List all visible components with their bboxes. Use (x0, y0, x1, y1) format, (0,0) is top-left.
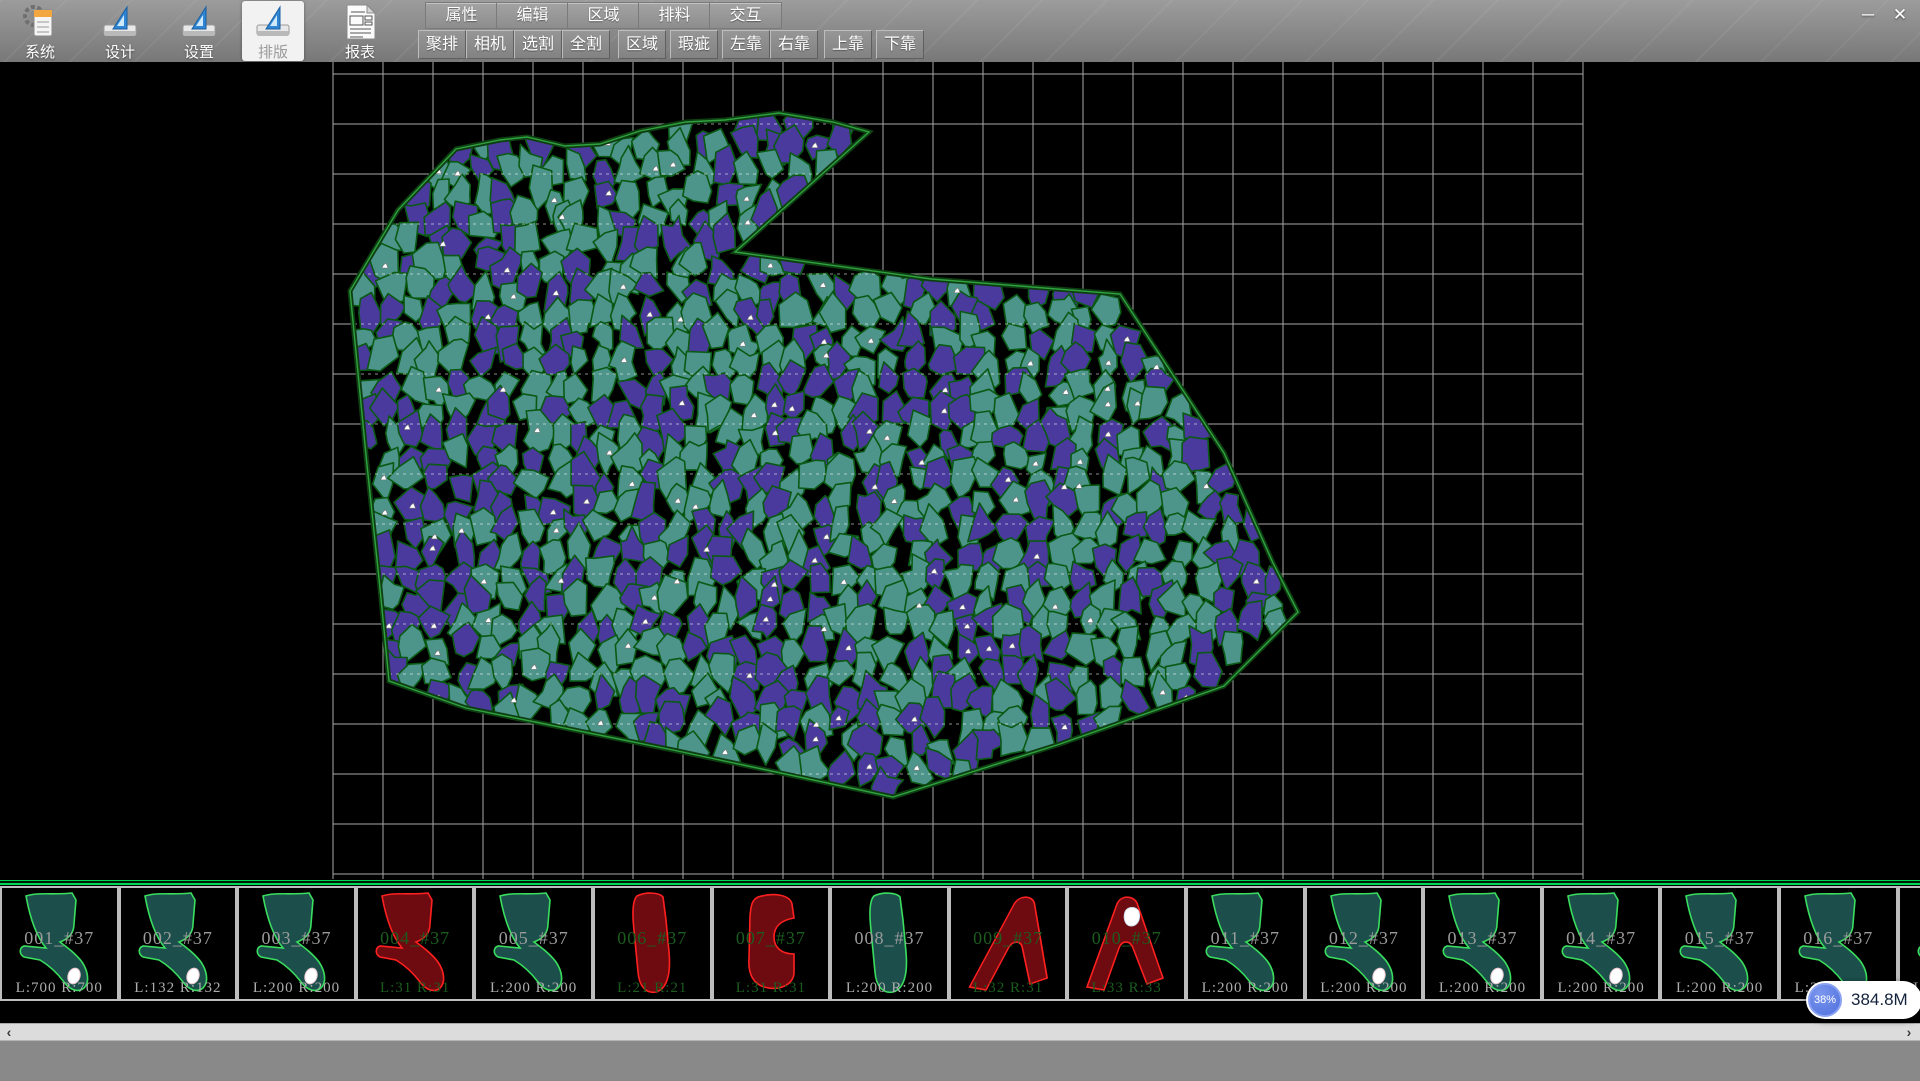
piece-name: 010_#37 (1069, 928, 1184, 949)
status-bar (0, 1040, 1920, 1081)
piece-name: 006_#37 (595, 928, 710, 949)
module-button-排版[interactable]: 排版 (242, 1, 304, 61)
piece-name: 008_#37 (832, 928, 947, 949)
main-toolbar: 系统设计设置排版报表 属性编辑区域排料交互 聚排相机选割全割区域瑕疵左靠右靠上靠… (0, 0, 1920, 62)
tab-属性[interactable]: 属性 (425, 2, 497, 29)
hide-nesting-view (0, 62, 1920, 884)
module-button-设计[interactable]: 设计 (89, 1, 151, 61)
piece-thumbnail-002_#37[interactable]: 002_#37 L:132 R:132 (119, 886, 238, 1001)
piece-lr-count: L:21 R:21 (595, 980, 710, 997)
piece-name: 011_#37 (1188, 928, 1303, 949)
tool-button-下靠[interactable]: 下靠 (876, 30, 924, 59)
piece-lr-count: L:200 R:200 (1307, 980, 1422, 997)
piece-name: 003_#37 (239, 928, 354, 949)
minimize-button[interactable]: ─ (1854, 2, 1882, 28)
tool-button-上靠[interactable]: 上靠 (824, 30, 872, 59)
piece-lr-count: L:200 R:200 (1188, 980, 1303, 997)
scroll-left-icon[interactable]: ‹ (0, 1024, 18, 1041)
piece-lr-count: L:32 R:31 (951, 980, 1066, 997)
piece-lr-count: L:200 R:200 (239, 980, 354, 997)
piece-lr-count: L:31 R:31 (714, 980, 829, 997)
tool-button-选割[interactable]: 选割 (514, 30, 562, 59)
gear-notebook-icon (21, 3, 59, 41)
ruler-icon (254, 3, 292, 41)
piece-thumbnail-005_#37[interactable]: 005_#37 L:200 R:200 (474, 886, 593, 1001)
module-button-label: 设置 (168, 41, 230, 62)
piece-name: 016_#37 (1781, 928, 1896, 949)
module-button-label: 排版 (242, 41, 304, 62)
tool-button-全割[interactable]: 全割 (562, 30, 610, 59)
filmstrip-divider (0, 879, 1920, 886)
progress-percent-badge: 38% (1808, 983, 1842, 1017)
piece-thumbnail-015_#37[interactable]: 015_#37 L:200 R:200 (1660, 886, 1779, 1001)
piece-lr-count: L:200 R:200 (476, 980, 591, 997)
tool-button-相机[interactable]: 相机 (466, 30, 514, 59)
report-icon (341, 3, 379, 41)
piece-lr-count: L:33 R:33 (1069, 980, 1184, 997)
piece-name: 002_#37 (121, 928, 236, 949)
piece-name: 015_#37 (1662, 928, 1777, 949)
piece-thumbnail-009_#37[interactable]: 009_#37 L:32 R:31 (949, 886, 1068, 1001)
ruler-icon (101, 3, 139, 41)
piece-lr-count: L:31 R:31 (358, 980, 473, 997)
piece-lr-count: L:200 R:200 (1544, 980, 1659, 997)
module-button-设置[interactable]: 设置 (168, 1, 230, 61)
piece-name: 009_#37 (951, 928, 1066, 949)
piece-thumbnail-011_#37[interactable]: 011_#37 L:200 R:200 (1186, 886, 1305, 1001)
tab-交互[interactable]: 交互 (709, 2, 782, 29)
piece-lr-count: L:132 R:132 (121, 980, 236, 997)
piece-thumbnail-010_#37[interactable]: 010_#37 L:33 R:33 (1067, 886, 1186, 1001)
piece-name: 001_#37 (2, 928, 117, 949)
tool-button-聚排[interactable]: 聚排 (418, 30, 466, 59)
tab-编辑[interactable]: 编辑 (496, 2, 568, 29)
tool-button-右靠[interactable]: 右靠 (770, 30, 818, 59)
piece-lr-count: L:200 R:200 (832, 980, 947, 997)
piece-thumbnail-004_#37[interactable]: 004_#37 L:31 R:31 (356, 886, 475, 1001)
horizontal-scrollbar[interactable]: ‹ › (0, 1023, 1920, 1041)
close-button[interactable]: ✕ (1886, 2, 1914, 28)
piece-name: 014_#37 (1544, 928, 1659, 949)
scroll-right-icon[interactable]: › (1900, 1024, 1918, 1041)
progress-badge[interactable]: 38% 384.8M (1806, 981, 1920, 1019)
piece-filmstrip: 001_#37L:700 R:700002_#37L:132 R:132003_… (0, 886, 1920, 1001)
piece-name: 004_#37 (358, 928, 473, 949)
piece-name: 007_#37 (714, 928, 829, 949)
piece-thumbnail-014_#37[interactable]: 014_#37 L:200 R:200 (1542, 886, 1661, 1001)
tool-button-左靠[interactable]: 左靠 (722, 30, 770, 59)
piece-thumbnail-008_#37[interactable]: 008_#37 L:200 R:200 (830, 886, 949, 1001)
ruler-icon (180, 3, 218, 41)
piece-thumbnail-001_#37[interactable]: 001_#37 L:700 R:700 (0, 886, 119, 1001)
piece-thumbnail-003_#37[interactable]: 003_#37 L:200 R:200 (237, 886, 356, 1001)
tool-button-区域[interactable]: 区域 (618, 30, 666, 59)
piece-lr-count: L:200 R:200 (1662, 980, 1777, 997)
nesting-canvas[interactable] (0, 62, 1920, 884)
piece-thumbnail-013_#37[interactable]: 013_#37 L:200 R:200 (1423, 886, 1542, 1001)
module-button-报表[interactable]: 报表 (329, 1, 391, 61)
piece-lr-count: L:700 R:700 (2, 980, 117, 997)
module-button-label: 系统 (9, 41, 71, 62)
module-button-系统[interactable]: 系统 (9, 1, 71, 61)
piece-name: 005_#37 (476, 928, 591, 949)
tab-区域[interactable]: 区域 (567, 2, 639, 29)
tab-排料[interactable]: 排料 (638, 2, 710, 29)
piece-name: 013_#37 (1425, 928, 1540, 949)
piece-thumbnail-012_#37[interactable]: 012_#37 L:200 R:200 (1305, 886, 1424, 1001)
piece-name: 012_#37 (1307, 928, 1422, 949)
piece-name: 017_#37 (1900, 928, 1920, 949)
piece-thumbnail-006_#37[interactable]: 006_#37 L:21 R:21 (593, 886, 712, 1001)
memory-usage-value: 384.8M (1842, 990, 1920, 1010)
piece-thumbnail-007_#37[interactable]: 007_#37 L:31 R:31 (712, 886, 831, 1001)
module-button-label: 设计 (89, 41, 151, 62)
piece-lr-count: L:200 R:200 (1425, 980, 1540, 997)
tool-button-瑕疵[interactable]: 瑕疵 (670, 30, 718, 59)
module-button-label: 报表 (329, 41, 391, 62)
